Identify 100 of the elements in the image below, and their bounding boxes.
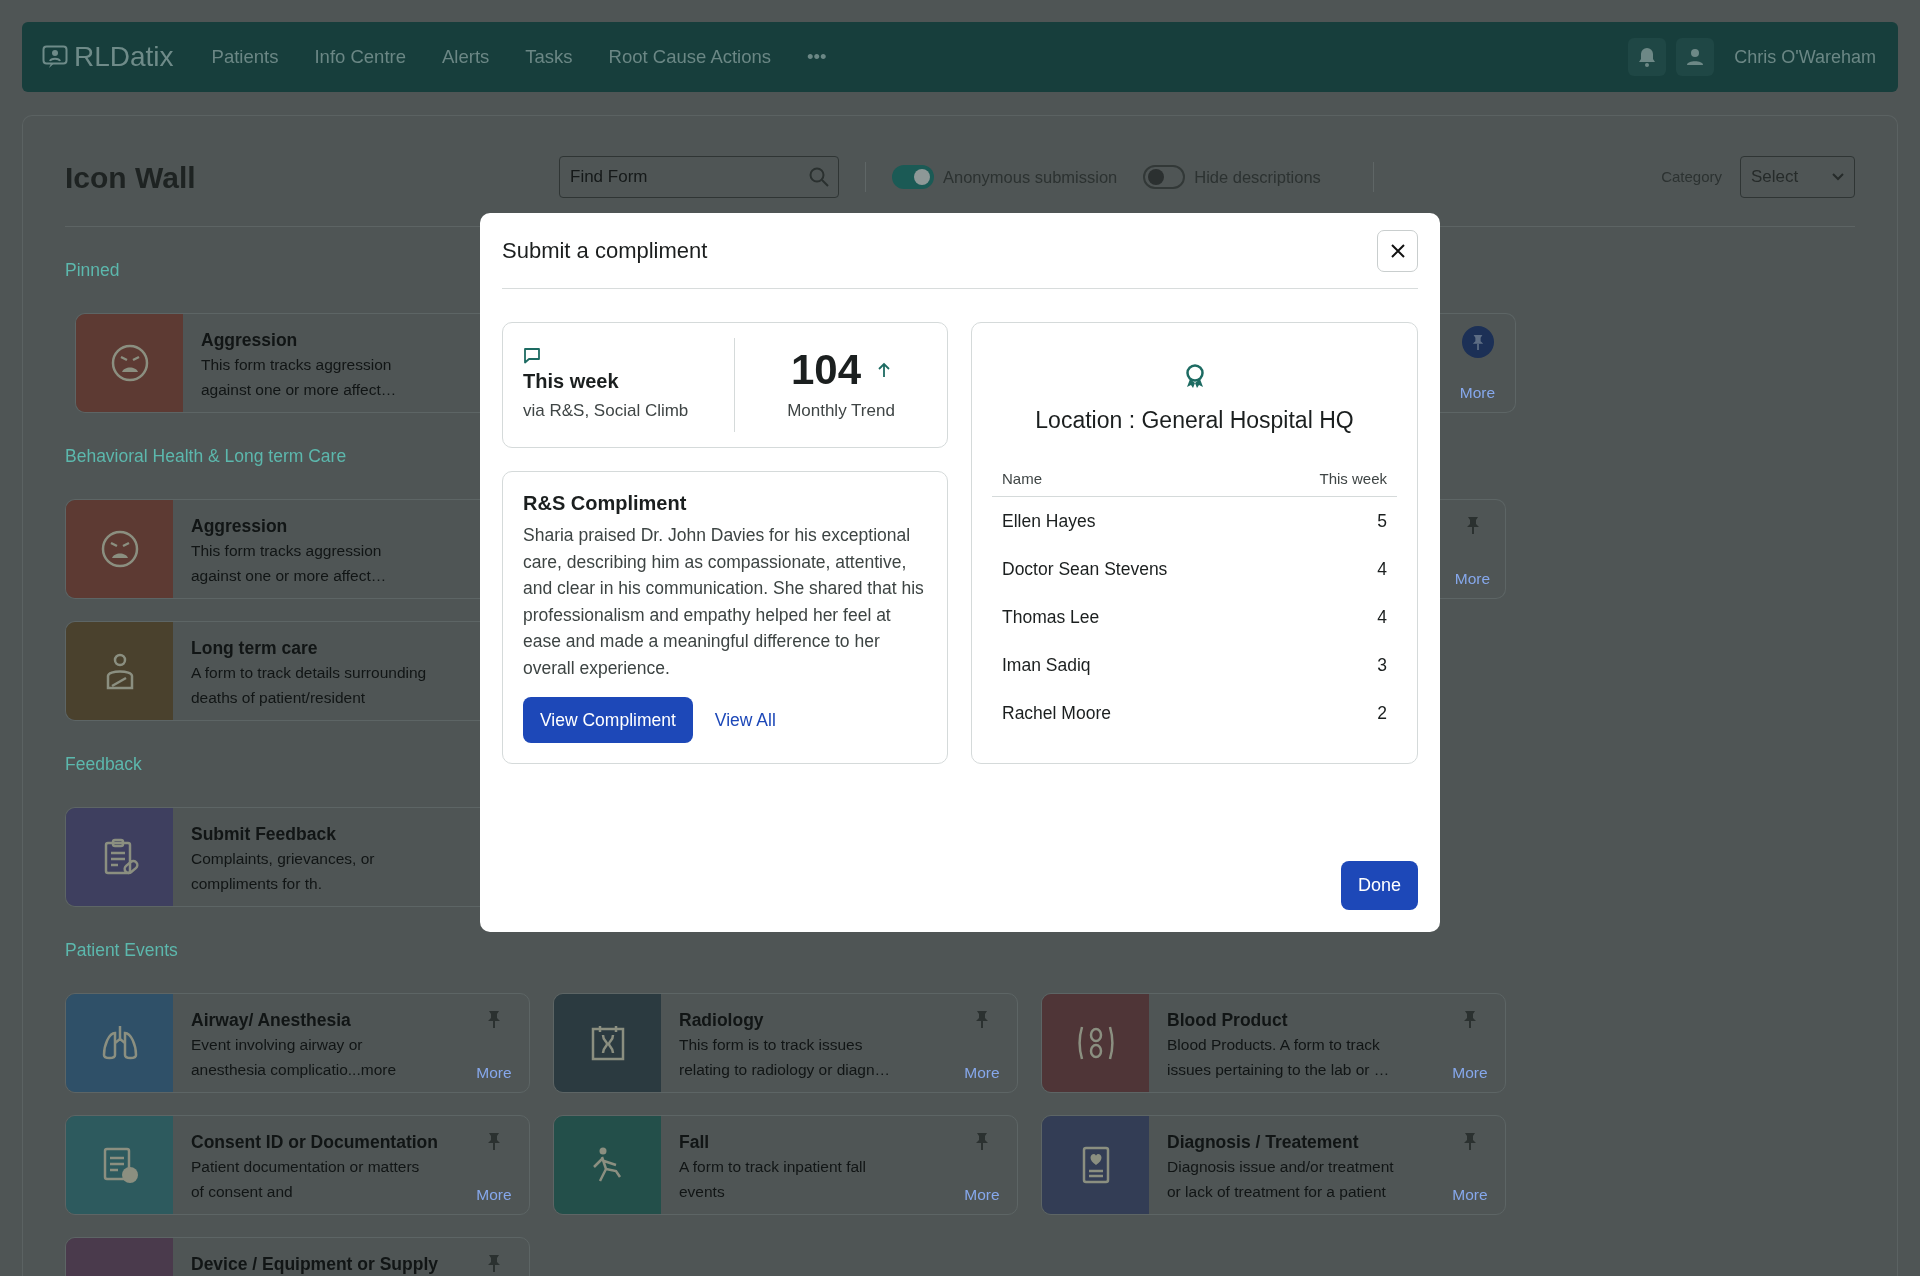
- pin-icon[interactable]: [1462, 1130, 1478, 1151]
- search-field[interactable]: Find Form: [559, 156, 839, 198]
- form-title: Device / Equipment or Supply: [191, 1253, 439, 1276]
- form-description: This form tracks aggression against one or more affect…: [201, 355, 397, 400]
- section-title: Behavioral Health & Long term Care: [65, 445, 347, 467]
- compliment-count: 104: [790, 346, 862, 395]
- more-link[interactable]: More: [476, 1182, 512, 1206]
- nav-link[interactable]: Root Cause Actions: [608, 43, 772, 71]
- more-link[interactable]: More: [964, 1182, 1000, 1206]
- more-link[interactable]: More: [1452, 1060, 1488, 1084]
- form-description: Blood Products. A form to track issues pertaining to the lab or …: [1167, 1035, 1390, 1080]
- nav-link[interactable]: •••: [807, 43, 827, 71]
- form-title: Aggression: [201, 329, 299, 352]
- pin-icon[interactable]: [974, 1008, 990, 1029]
- pin-icon[interactable]: [486, 1130, 502, 1151]
- toggle-switch[interactable]: [892, 165, 934, 189]
- table-cell-text: Doctor Sean Stevens: [1002, 557, 1168, 581]
- form-title: Long term care: [191, 637, 319, 660]
- view-all-link[interactable]: View All: [714, 707, 776, 734]
- stat-label: This week: [523, 368, 620, 394]
- stat-source: via R&S, Social Climb: [523, 399, 690, 422]
- column-header: This week: [1319, 468, 1387, 489]
- form-title: Fall: [679, 1131, 711, 1154]
- form-card[interactable]: Consent ID or Documentation Patient documentation or matters of consent and More: [65, 1115, 530, 1215]
- table-cell-text: 2: [1377, 701, 1387, 725]
- user-button[interactable]: [1676, 38, 1715, 76]
- form-description: Patient documentation or matters of consent and: [191, 1157, 420, 1202]
- table-cell-text: Ellen Hayes: [1002, 509, 1096, 533]
- form-description: A form to track details surrounding deaths of patient/resident: [191, 663, 427, 708]
- pin-icon[interactable]: [486, 1008, 502, 1029]
- more-link[interactable]: More: [1454, 566, 1491, 590]
- form-description: Event involving airway or anesthesia complicatio...more: [191, 1035, 397, 1080]
- section-title: Pinned: [65, 259, 120, 281]
- more-link[interactable]: More: [1452, 1182, 1488, 1206]
- close-icon: [1389, 242, 1406, 259]
- close-button[interactable]: [1377, 229, 1418, 272]
- pin-icon[interactable]: [486, 1252, 502, 1273]
- form-title: Diagnosis / Treatement: [1167, 1131, 1360, 1154]
- logo-icon: [42, 45, 68, 69]
- column-header: Name: [1002, 468, 1042, 489]
- bell-icon: [1638, 47, 1657, 67]
- location-title: Location : General Hospital HQ: [1034, 406, 1355, 435]
- form-card[interactable]: Diagnosis / Treatement Diagnosis issue and/or treatment or lack of treatment for a patient More: [1041, 1115, 1506, 1215]
- chat-icon: [523, 346, 541, 364]
- form-description: A form to track inpatient fall events: [679, 1157, 866, 1202]
- pin-icon[interactable]: [1462, 1008, 1478, 1029]
- table-cell-text: 3: [1377, 653, 1387, 677]
- form-card[interactable]: Long term care A form to track details surrounding deaths of patient/resident: [65, 621, 480, 721]
- form-card[interactable]: Device / Equipment or Supply: [65, 1237, 530, 1276]
- form-title: Radiology: [679, 1009, 765, 1032]
- more-link[interactable]: More: [476, 1060, 512, 1084]
- toggle-switch[interactable]: [1143, 165, 1186, 189]
- view-compliment-button[interactable]: View Compliment: [523, 697, 693, 744]
- user-name[interactable]: Chris O'Wareham: [1734, 43, 1876, 71]
- form-card[interactable]: More: [1440, 313, 1516, 413]
- nav-link[interactable]: Patients: [211, 43, 279, 71]
- notifications-button[interactable]: [1628, 38, 1667, 76]
- form-card[interactable]: Fall A form to track inpatient fall events More: [553, 1115, 1018, 1215]
- form-title: Airway/ Anesthesia: [191, 1009, 352, 1032]
- form-card[interactable]: Submit Feedback Complaints, grievances, or compliments for th.: [65, 807, 480, 907]
- ribbon-icon: [1183, 363, 1206, 389]
- trend-label: Monthly Trend: [787, 400, 895, 423]
- form-description: This form tracks aggression against one or more affect…: [191, 541, 387, 586]
- table-cell-text: 5: [1377, 509, 1387, 533]
- chevron-icon: [1832, 173, 1844, 181]
- pin-icon: [1470, 333, 1485, 351]
- form-card[interactable]: Blood Product Blood Products. A form to track issues pertaining to the lab or … More: [1041, 993, 1506, 1093]
- logo-text: RLDatix: [74, 40, 174, 74]
- user-icon: [1686, 48, 1705, 66]
- done-button[interactable]: Done: [1340, 861, 1418, 910]
- form-description: This form is to track issues relating to radiology or diagn…: [679, 1035, 891, 1080]
- nav-link[interactable]: Info Centre: [314, 43, 406, 71]
- pin-icon[interactable]: [974, 1130, 990, 1151]
- compliment-title: R&S Compliment: [523, 491, 688, 516]
- form-title: Aggression: [191, 515, 289, 538]
- table-cell-text: 4: [1377, 605, 1387, 629]
- table-cell-text: 4: [1377, 557, 1387, 581]
- nav-link[interactable]: Tasks: [525, 43, 573, 71]
- table-cell-text: Rachel Moore: [1002, 701, 1111, 725]
- nav-link[interactable]: Alerts: [442, 43, 490, 71]
- form-title: Blood Product: [1167, 1009, 1289, 1032]
- pin-button[interactable]: [1461, 326, 1494, 358]
- table-cell-text: Iman Sadiq: [1002, 653, 1091, 677]
- angry-face-icon: [109, 343, 150, 383]
- form-description: Diagnosis issue and/or treatment or lack of treatment for a patient: [1167, 1157, 1394, 1202]
- section-title: Feedback: [65, 753, 142, 775]
- section-title: Patient Events: [65, 939, 178, 961]
- table-cell-text: Thomas Lee: [1002, 605, 1100, 629]
- modal-title: Submit a compliment: [502, 237, 708, 265]
- compliment-text: Sharia praised Dr. John Davies for his exceptional care, describing him as compassionate, attentive, and clear in his communication. She shared that his professionalism and empathy helped her feel at ease and made a meaningful difference to her overall experience.: [523, 524, 925, 680]
- form-title: Submit Feedback: [191, 823, 337, 846]
- form-description: Complaints, grievances, or compliments for th.: [191, 849, 375, 894]
- form-title: Consent ID or Documentation: [191, 1131, 439, 1154]
- form-card[interactable]: Radiology This form is to track issues relating to radiology or diagn… More: [553, 993, 1018, 1093]
- more-link[interactable]: More: [1459, 380, 1496, 404]
- form-card[interactable]: Airway/ Anesthesia Event involving airway or anesthesia complicatio...more More: [65, 993, 530, 1093]
- more-link[interactable]: More: [964, 1060, 1000, 1084]
- form-card[interactable]: Aggression This form tracks aggression against one or more affect…: [75, 313, 480, 413]
- form-card[interactable]: Aggression This form tracks aggression against one or more affect…: [65, 499, 480, 599]
- angry-face-icon: [99, 529, 140, 569]
